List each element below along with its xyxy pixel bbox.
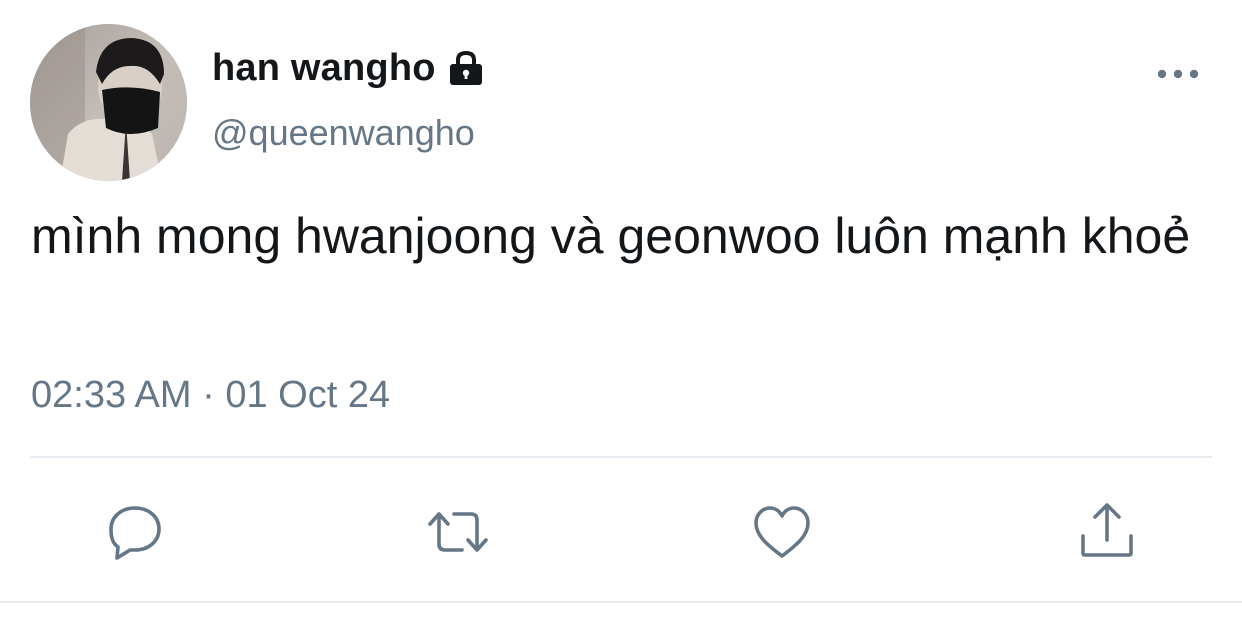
retweet-button[interactable] xyxy=(426,500,490,564)
reply-button[interactable] xyxy=(103,500,167,564)
avatar[interactable] xyxy=(30,24,187,181)
heart-icon xyxy=(754,506,810,558)
tweet-text: mình mong hwanjoong và geonwoo luôn mạnh… xyxy=(31,208,1191,264)
bottom-divider xyxy=(0,601,1242,603)
lock-icon xyxy=(445,47,487,89)
tweet-timestamp[interactable]: 02:33 AM · 01 Oct 24 xyxy=(31,374,390,417)
retweet-icon xyxy=(428,512,488,552)
share-icon xyxy=(1081,503,1133,557)
more-options-icon[interactable] xyxy=(1150,58,1206,90)
display-name-row: han wangho xyxy=(212,44,487,92)
user-handle[interactable]: @queenwangho xyxy=(212,112,475,154)
tweet-card: han wangho @queenwangho mình mong hwanjo… xyxy=(0,0,1242,621)
share-button[interactable] xyxy=(1075,500,1139,564)
divider xyxy=(30,456,1212,458)
display-name[interactable]: han wangho xyxy=(212,47,436,90)
like-button[interactable] xyxy=(750,500,814,564)
reply-icon xyxy=(109,506,161,560)
avatar-image xyxy=(30,24,187,181)
